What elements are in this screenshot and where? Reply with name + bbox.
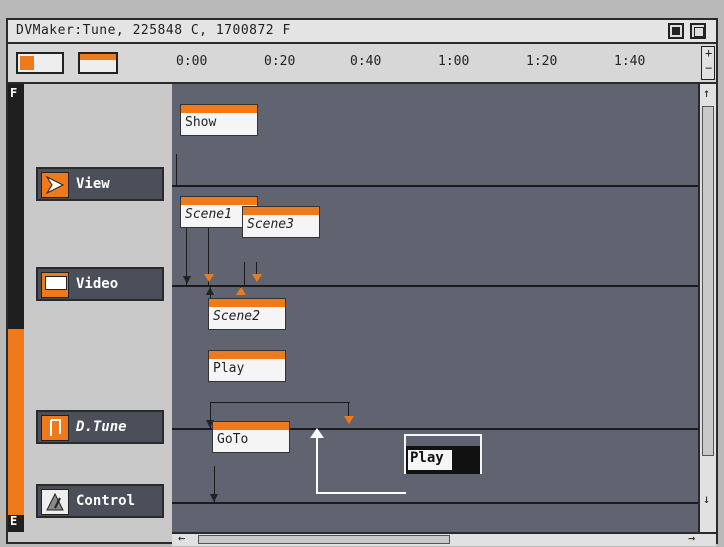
event-goto[interactable]: GoTo bbox=[212, 421, 290, 453]
vertical-scroll-thumb[interactable] bbox=[702, 106, 714, 456]
ruler-tick: 0:00 bbox=[176, 54, 208, 69]
ruler-tick: 0:40 bbox=[350, 54, 382, 69]
marker-down-icon bbox=[183, 276, 191, 284]
mode-button-1[interactable] bbox=[16, 52, 64, 74]
event-bar bbox=[181, 197, 257, 205]
left-strip-orange bbox=[8, 329, 24, 515]
track-view[interactable]: View bbox=[36, 167, 164, 201]
ruler-tick: 1:20 bbox=[526, 54, 558, 69]
track-line-control bbox=[172, 502, 698, 504]
track-dtune[interactable]: D.Tune bbox=[36, 410, 164, 444]
track-label: Video bbox=[76, 276, 119, 292]
event-label: Scene2 bbox=[213, 309, 260, 324]
track-label: D.Tune bbox=[76, 419, 127, 435]
event-bar bbox=[181, 105, 257, 113]
feedback-line bbox=[316, 436, 318, 494]
scroll-up-arrow-icon[interactable]: ↑ bbox=[703, 86, 710, 100]
iconize-button[interactable] bbox=[668, 23, 684, 39]
strip-top-letter: F bbox=[10, 86, 18, 100]
window-title: DVMaker:Tune, 225848 C, 1700872 F bbox=[16, 23, 291, 38]
track-control[interactable]: Control bbox=[36, 484, 164, 518]
track-line-video bbox=[172, 285, 698, 287]
minus-icon[interactable]: − bbox=[705, 61, 712, 75]
plus-icon[interactable]: + bbox=[705, 46, 712, 60]
event-show[interactable]: Show bbox=[180, 104, 258, 136]
connector bbox=[176, 154, 177, 185]
event-label: Play bbox=[408, 450, 452, 470]
event-bar bbox=[209, 299, 285, 307]
marker-orange-icon bbox=[252, 274, 262, 282]
play-arrow-icon bbox=[41, 172, 69, 198]
iconize-icon bbox=[672, 27, 680, 35]
zoom-buttons[interactable]: + − bbox=[701, 46, 715, 80]
event-play-dragging[interactable]: Play bbox=[404, 434, 482, 474]
mode-icon-2 bbox=[80, 54, 116, 60]
dvmaker-window: DVMaker:Tune, 225848 C, 1700872 F 0:00 0… bbox=[6, 18, 718, 546]
mode-button-2[interactable] bbox=[78, 52, 118, 74]
event-label: GoTo bbox=[217, 432, 249, 447]
title-bar[interactable]: DVMaker:Tune, 225848 C, 1700872 F bbox=[8, 20, 716, 44]
event-bar bbox=[209, 351, 285, 359]
event-scene2[interactable]: Scene2 bbox=[208, 298, 286, 330]
marker-down-icon bbox=[210, 494, 218, 502]
track-video[interactable]: Video bbox=[36, 267, 164, 301]
horizontal-scroll-thumb[interactable] bbox=[198, 535, 450, 544]
scroll-right-arrow-icon[interactable]: → bbox=[688, 531, 695, 545]
mode-icon-1 bbox=[20, 56, 34, 70]
connector bbox=[210, 402, 350, 403]
event-label: Scene3 bbox=[247, 217, 294, 232]
event-label: Show bbox=[185, 115, 217, 130]
timeline-area[interactable]: F E View Video D.Tune Control Show Scene… bbox=[8, 84, 698, 532]
video-frame-icon bbox=[41, 272, 69, 298]
toggle-size-button[interactable] bbox=[690, 23, 706, 39]
event-bar bbox=[243, 207, 319, 215]
horizontal-scrollbar[interactable]: ← → bbox=[172, 531, 716, 546]
event-label: Scene1 bbox=[185, 207, 232, 222]
video-frame-screen bbox=[45, 276, 67, 290]
track-column bbox=[8, 84, 172, 532]
marker-up-icon bbox=[206, 287, 214, 295]
metronome-icon bbox=[41, 489, 69, 515]
strip-bottom-letter: E bbox=[10, 514, 18, 528]
time-ruler[interactable]: 0:00 0:20 0:40 1:00 1:20 1:40 bbox=[8, 44, 716, 84]
event-bar bbox=[213, 422, 289, 430]
track-label: View bbox=[76, 176, 110, 192]
marker-orange-icon bbox=[236, 287, 246, 295]
marker-orange-icon bbox=[204, 274, 214, 282]
track-label: Control bbox=[76, 493, 136, 509]
ruler-tick: 1:00 bbox=[438, 54, 470, 69]
scroll-left-arrow-icon[interactable]: ← bbox=[178, 531, 185, 545]
up-arrow-icon bbox=[310, 428, 324, 438]
connector bbox=[244, 262, 245, 285]
scroll-down-arrow-icon[interactable]: ↓ bbox=[703, 492, 710, 506]
track-line-view bbox=[172, 185, 698, 187]
event-scene3[interactable]: Scene3 bbox=[242, 206, 320, 238]
ruler-tick: 0:20 bbox=[264, 54, 296, 69]
toggle-size-icon bbox=[694, 27, 704, 37]
event-label: Play bbox=[213, 361, 245, 376]
marker-orange-icon bbox=[344, 416, 354, 424]
vertical-scrollbar[interactable]: + − ↑ ↓ bbox=[698, 46, 716, 532]
music-note-icon bbox=[41, 415, 69, 441]
event-play[interactable]: Play bbox=[208, 350, 286, 382]
connector bbox=[348, 402, 349, 416]
connector bbox=[256, 262, 257, 274]
feedback-line bbox=[316, 492, 406, 494]
ruler-tick: 1:40 bbox=[614, 54, 646, 69]
